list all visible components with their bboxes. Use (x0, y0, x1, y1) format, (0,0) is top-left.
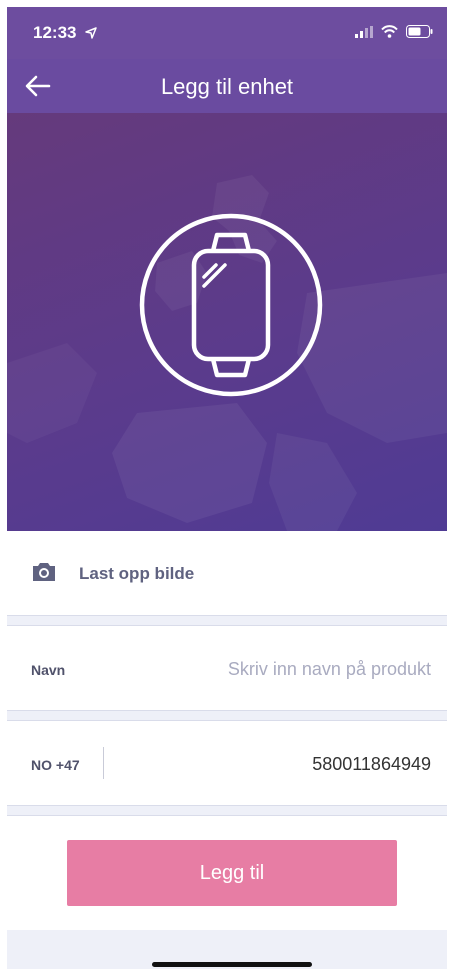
wifi-icon (381, 25, 398, 38)
status-time: 12:33 (33, 23, 77, 42)
hero-banner (7, 113, 447, 531)
action-area: Legg til (7, 816, 447, 969)
phone-number-input[interactable] (117, 747, 433, 781)
upload-photo-row[interactable]: Last opp bilde (7, 531, 447, 615)
name-input[interactable] (127, 652, 433, 686)
status-bar: 12:33 (7, 7, 447, 59)
home-indicator[interactable] (152, 962, 312, 967)
section-divider (7, 615, 447, 626)
name-label: Navn (31, 662, 66, 678)
section-divider (7, 805, 447, 816)
location-arrow-icon (85, 27, 97, 39)
battery-icon (406, 25, 433, 38)
add-device-button[interactable]: Legg til (67, 840, 397, 906)
name-field-row: Navn (7, 626, 447, 710)
upload-photo-label: Last opp bilde (79, 564, 195, 583)
country-code-selector[interactable]: NO +47 (31, 757, 80, 773)
phone-divider (103, 747, 104, 779)
smartwatch-icon (139, 213, 323, 397)
status-icons (355, 25, 433, 38)
camera-icon (33, 563, 55, 581)
page-title: Legg til enhet (160, 74, 294, 99)
nav-bar: Legg til enhet (7, 59, 447, 113)
section-divider (7, 710, 447, 721)
phone-field-row: NO +47 (7, 721, 447, 805)
signal-icon (355, 25, 373, 38)
